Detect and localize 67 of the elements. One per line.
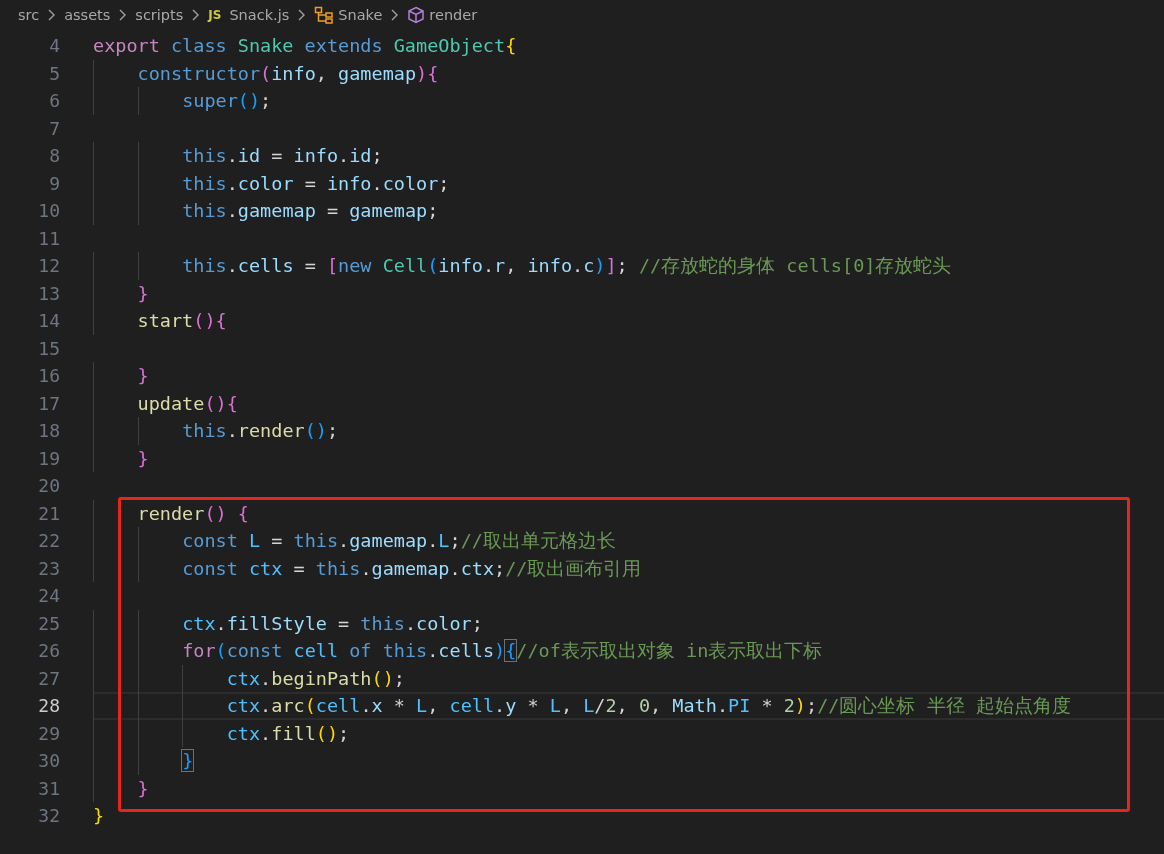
code-line: }: [93, 279, 149, 307]
code-line: update(){: [93, 389, 238, 417]
code-line: ctx.fillStyle = this.color;: [93, 609, 483, 637]
code-line: ctx.arc(cell.x * L, cell.y * L, L/2, 0, Math.PI * 2);//圆心坐标 半径 起始点角度: [93, 692, 1071, 720]
line-number: 14: [37, 310, 60, 332]
line-number: 6: [48, 90, 60, 112]
line-number: 24: [37, 585, 60, 607]
line-number: 27: [37, 667, 60, 689]
line-number: 25: [37, 612, 60, 634]
line-number: 4: [48, 35, 60, 57]
line-number: 9: [48, 172, 60, 194]
line-number: 31: [37, 777, 60, 799]
line-number: 29: [37, 722, 60, 744]
code-line: }: [93, 362, 149, 390]
line-number: 10: [37, 200, 60, 222]
line-number: 32: [37, 805, 60, 827]
js-file-icon: JS: [208, 8, 222, 22]
breadcrumb-item[interactable]: Snack.js: [229, 7, 290, 23]
code-line: ctx.fill();: [93, 719, 350, 747]
line-number: 30: [37, 750, 60, 772]
line-number: 23: [37, 557, 60, 579]
code-line: for(const cell of this.cells){//of表示取出对象 in表示取出下标: [93, 637, 823, 665]
code-line: render() {: [93, 499, 249, 527]
code-line: constructor(info, gamemap){: [93, 59, 439, 87]
line-number: 13: [37, 282, 60, 304]
breadcrumb-item[interactable]: render: [429, 7, 478, 23]
line-number: 17: [37, 392, 60, 414]
code-line: ctx.beginPath();: [93, 664, 405, 692]
code-line: }: [93, 444, 149, 472]
code-line: }: [93, 774, 149, 802]
line-number: 5: [48, 62, 60, 84]
code-line: this.color = info.color;: [93, 169, 450, 197]
cube-icon: [407, 6, 426, 24]
line-number: 11: [37, 227, 60, 249]
code-line: this.cells = [new Cell(info.r, info.c)]; //存放蛇的身体 cells[0]存放蛇头: [93, 252, 952, 280]
chevron-icon: [47, 8, 57, 22]
chevron-icon: [390, 8, 400, 22]
line-number: 15: [37, 337, 60, 359]
line-number: 22: [37, 530, 60, 552]
line-number: 8: [48, 145, 60, 167]
line-number: 16: [37, 365, 60, 387]
chevron-icon: [118, 8, 128, 22]
code-line: super();: [93, 87, 272, 115]
code-line: const L = this.gamemap.L;//取出单元格边长: [93, 527, 616, 555]
line-number: 12: [37, 255, 60, 277]
line-number: 18: [37, 420, 60, 442]
class-icon: [314, 6, 335, 24]
line-number: 28: [37, 695, 60, 717]
code-line: this.render();: [93, 417, 339, 445]
breadcrumb-item[interactable]: src: [18, 7, 40, 23]
chevron-icon: [191, 8, 201, 22]
line-number: 20: [37, 475, 60, 497]
line-number: 19: [37, 447, 60, 469]
code-line: const ctx = this.gamemap.ctx;//取出画布引用: [93, 554, 642, 582]
line-number: 7: [48, 117, 60, 139]
chevron-icon: [297, 8, 307, 22]
code-line: this.id = info.id;: [93, 142, 383, 170]
breadcrumb-item[interactable]: scripts: [135, 7, 184, 23]
breadcrumb-item[interactable]: assets: [64, 7, 111, 23]
code-line: this.gamemap = gamemap;: [93, 197, 439, 225]
code-line: export class Snake extends GameObject{: [93, 35, 517, 57]
code-line: }: [93, 805, 105, 827]
line-number: 26: [37, 640, 60, 662]
code-line: start(){: [93, 307, 227, 335]
line-number: 21: [37, 502, 60, 524]
breadcrumb-item[interactable]: Snake: [338, 7, 383, 23]
code-line: }: [93, 747, 194, 775]
